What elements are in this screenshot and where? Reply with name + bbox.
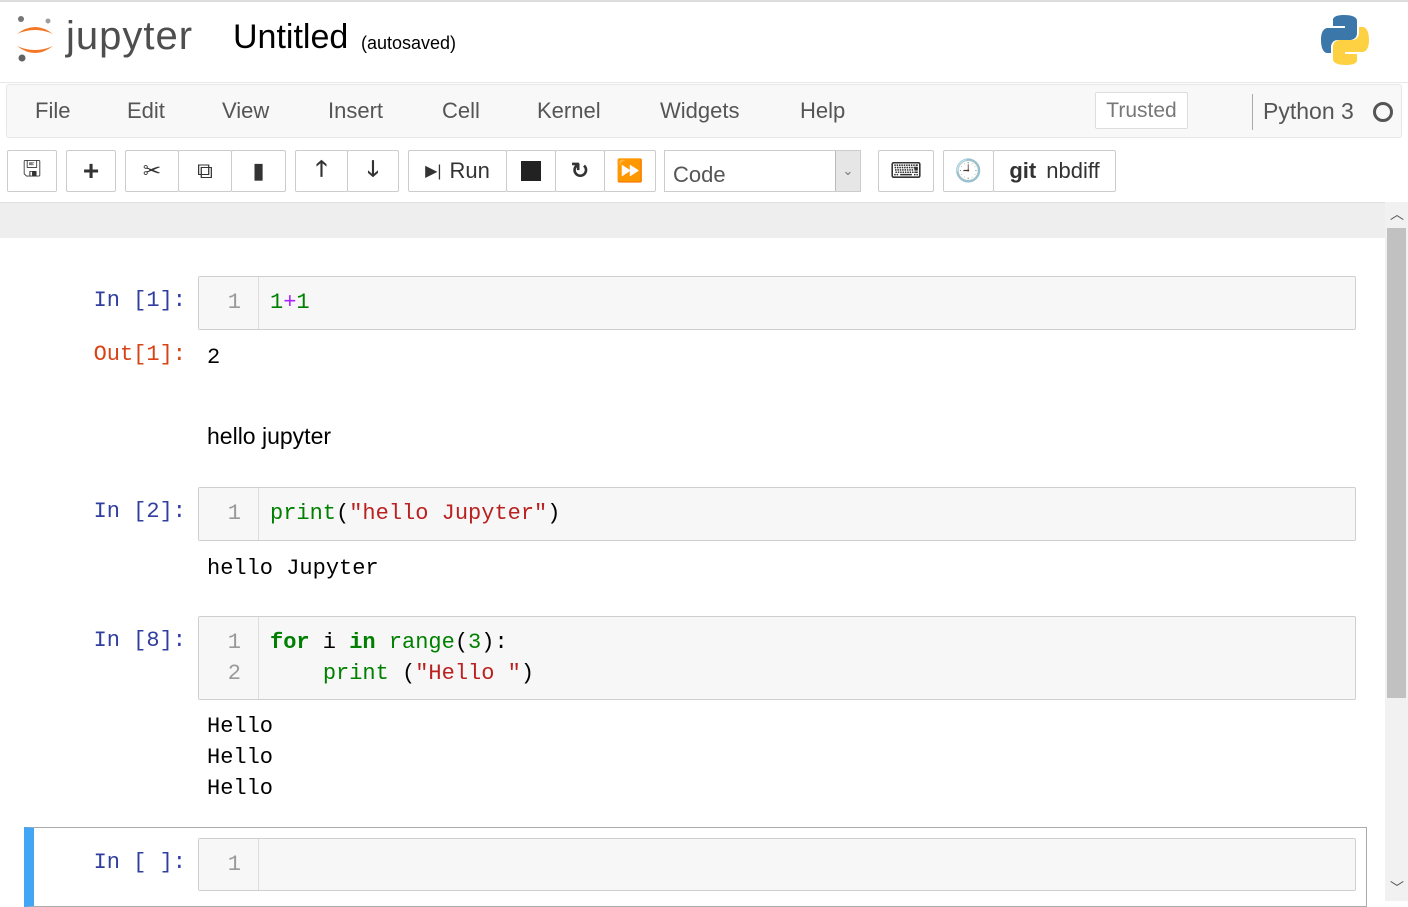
menu-bar: File Edit View Insert Cell Kernel Widget… — [6, 84, 1402, 138]
code-cell-input[interactable]: 1 1+1 — [198, 276, 1356, 330]
code-text: for i in range(3): print ("Hello ") — [270, 630, 535, 686]
kernel-idle-icon — [1373, 102, 1393, 122]
code-cell-input[interactable]: 12 for i in range(3): print ("Hello ") — [198, 616, 1356, 700]
move-up-button[interactable]: 🡑 — [295, 150, 348, 192]
copy-icon: ⧉ — [197, 158, 213, 183]
menu-edit[interactable]: Edit — [127, 98, 165, 124]
python-logo-icon — [1321, 15, 1369, 65]
history-button[interactable]: 🕘 — [943, 150, 994, 192]
keyboard-icon: ⌨ — [890, 158, 922, 183]
redo-icon: ↻ — [570, 158, 590, 183]
fast-forward-icon: ⏩ — [616, 158, 644, 183]
restart-run-all-button[interactable]: ⏩ — [604, 150, 656, 192]
divider — [1252, 94, 1253, 130]
line-numbers: 1 — [199, 277, 259, 329]
input-prompt: In [ ]: — [93, 850, 186, 875]
scissors-icon: ✂ — [142, 158, 162, 183]
menu-widgets[interactable]: Widgets — [660, 98, 739, 124]
header: jupyter Untitled (autosaved) — [0, 0, 1408, 83]
restart-button[interactable]: ↻ — [555, 150, 605, 192]
menu-cell[interactable]: Cell — [442, 98, 480, 124]
move-down-button[interactable]: 🡓 — [347, 150, 399, 192]
cell-type-value: Code — [673, 162, 726, 187]
line-number: 1 — [227, 852, 241, 877]
autosave-status: (autosaved) — [361, 33, 457, 53]
chevron-down-icon: ⌄ — [835, 151, 860, 191]
input-prompt: In [8]: — [93, 628, 186, 653]
jupyter-logo-icon — [17, 16, 53, 62]
menu-help[interactable]: Help — [800, 98, 845, 124]
save-button[interactable]: 🖫 — [7, 150, 57, 192]
save-icon: 🖫 — [22, 156, 42, 181]
arrow-down-icon: 🡓 — [367, 156, 379, 181]
menu-view[interactable]: View — [222, 98, 269, 124]
stop-icon — [521, 161, 541, 181]
notebook-title[interactable]: Untitled — [233, 18, 348, 57]
cell-output: Hello Hello Hello — [207, 714, 274, 801]
line-numbers: 1 — [199, 839, 259, 890]
paste-button[interactable]: ▮ — [231, 150, 286, 192]
code-cell-input[interactable]: 1 — [198, 838, 1356, 891]
insert-cell-button[interactable]: + — [66, 150, 116, 192]
nbdiff-button[interactable]: git nbdiff — [993, 150, 1116, 192]
plus-icon: + — [82, 155, 100, 186]
line-numbers: 12 — [199, 617, 259, 699]
notebook-header-band — [0, 202, 1385, 238]
kernel-name[interactable]: Python 3 — [1263, 98, 1354, 125]
clock-icon: 🕘 — [954, 158, 983, 183]
command-palette-button[interactable]: ⌨ — [878, 150, 934, 192]
menu-kernel[interactable]: Kernel — [537, 98, 601, 124]
interrupt-button[interactable] — [506, 150, 556, 192]
input-prompt: In [2]: — [93, 499, 186, 524]
scroll-up-icon[interactable]: ︿ — [1390, 204, 1404, 224]
code-text: print("hello Jupyter") — [270, 501, 561, 526]
code-cell-input[interactable]: 1 print("hello Jupyter") — [198, 487, 1356, 541]
output-prompt: Out[1]: — [93, 342, 186, 367]
arrow-up-icon: 🡑 — [315, 156, 328, 181]
cell-output: hello Jupyter — [207, 556, 379, 581]
markdown-cell[interactable]: hello jupyter — [207, 423, 331, 450]
trusted-indicator[interactable]: Trusted — [1095, 92, 1188, 129]
copy-button[interactable]: ⧉ — [178, 150, 232, 192]
jupyter-logo-text[interactable]: jupyter — [66, 14, 193, 59]
nbdiff-label: nbdiff — [1046, 158, 1100, 183]
run-label: Run — [449, 158, 490, 183]
line-number: 1 — [227, 630, 241, 655]
step-forward-icon: ▶| — [425, 163, 442, 180]
paste-icon: ▮ — [252, 158, 265, 183]
line-numbers: 1 — [199, 488, 259, 540]
menu-insert[interactable]: Insert — [328, 98, 383, 124]
cell-output: 2 — [207, 345, 221, 370]
code-text: 1+1 — [270, 290, 310, 315]
menu-file[interactable]: File — [35, 98, 70, 124]
cut-button[interactable]: ✂ — [125, 150, 179, 192]
cell-type-select[interactable]: Code ⌄ — [664, 150, 861, 192]
line-number: 1 — [227, 501, 241, 526]
scroll-down-icon[interactable]: ﹀ — [1390, 878, 1404, 898]
run-button[interactable]: ▶| Run — [408, 150, 507, 192]
git-label: git — [1009, 158, 1037, 183]
line-number: 1 — [227, 290, 241, 315]
line-number: 2 — [227, 661, 241, 686]
scrollbar-thumb[interactable] — [1387, 228, 1406, 698]
input-prompt: In [1]: — [93, 288, 186, 313]
